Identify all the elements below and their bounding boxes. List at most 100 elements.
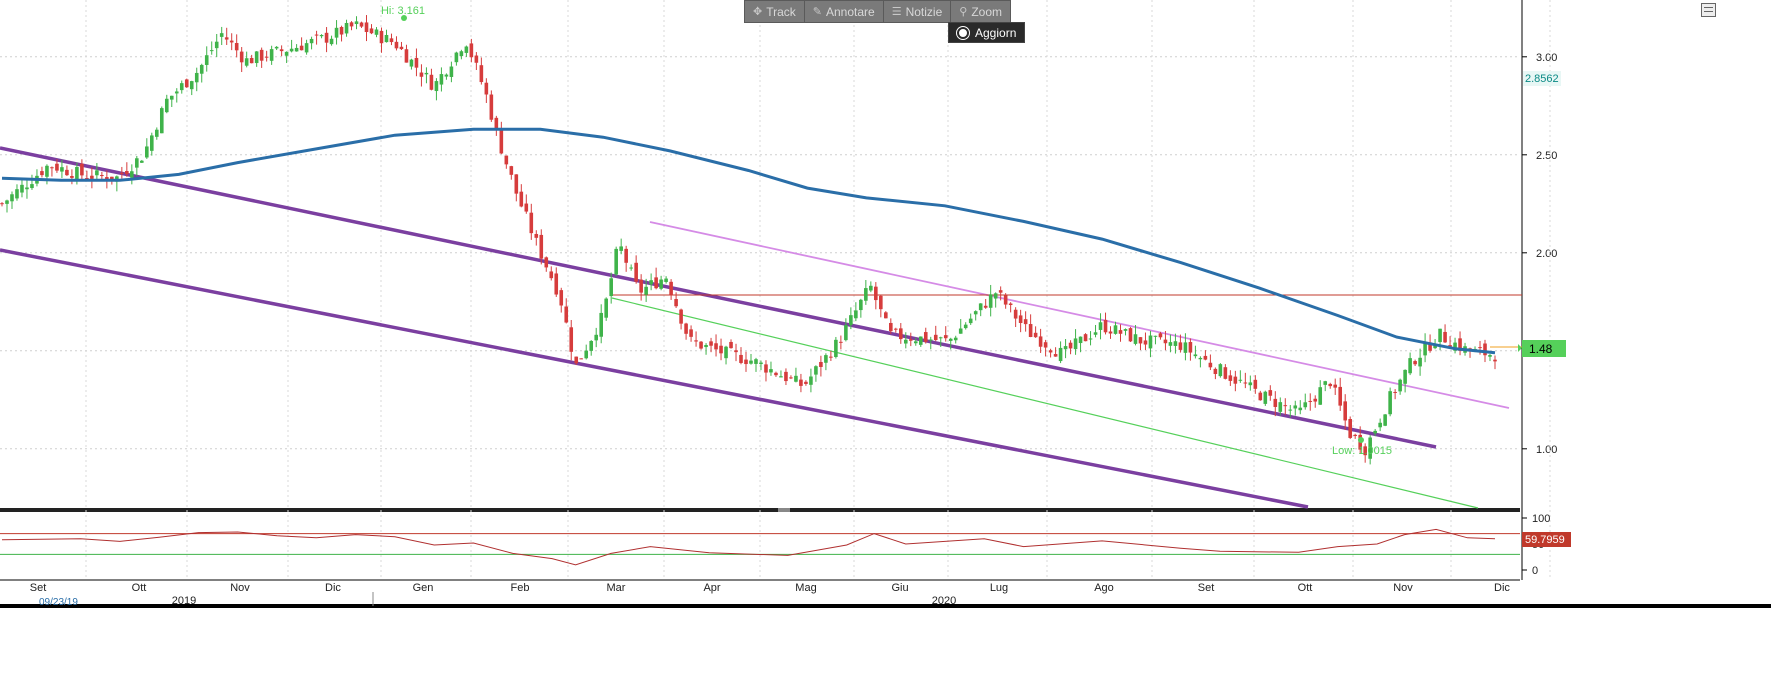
- zoom-button[interactable]: ⚲ Zoom: [951, 1, 1010, 22]
- candle-body: [1083, 334, 1088, 342]
- candle-body: [389, 38, 394, 43]
- candle-body: [1003, 295, 1008, 305]
- candle-body: [1303, 402, 1308, 408]
- candle-body: [379, 30, 384, 44]
- candle-body: [140, 160, 144, 163]
- news-button[interactable]: ☰ Notizie: [884, 1, 952, 22]
- refresh-indicator-icon: [957, 26, 969, 39]
- candle-body: [120, 172, 124, 174]
- candle-body: [1443, 331, 1447, 343]
- candle-body: [1243, 382, 1248, 384]
- candle-body: [928, 339, 933, 341]
- candle-body: [1378, 422, 1382, 428]
- month-label: Dic: [325, 582, 341, 594]
- candle-body: [130, 171, 134, 178]
- candle-body: [494, 117, 499, 129]
- candle-body: [1088, 338, 1093, 340]
- candle-body: [1143, 340, 1148, 345]
- candle-body: [584, 350, 589, 359]
- annotate-label: Annotare: [826, 4, 875, 19]
- candle-body: [993, 293, 998, 299]
- candle-body: [794, 375, 798, 382]
- candle-body: [729, 341, 733, 349]
- month-label: Giu: [891, 582, 908, 594]
- candle-body: [1338, 386, 1343, 406]
- refresh-button[interactable]: Aggiorn: [948, 22, 1026, 43]
- candle-body: [634, 262, 638, 282]
- chart-toolbar: ✥ Track ✎ Annotare ☰ Notizie ⚲ Zoom: [744, 0, 1012, 23]
- candle-body: [204, 55, 209, 65]
- candle-body: [834, 339, 838, 358]
- candle-body: [659, 279, 663, 289]
- candle-body: [534, 233, 539, 238]
- candle-body: [1228, 375, 1233, 381]
- candle-body: [184, 79, 189, 88]
- candle-body: [409, 59, 414, 67]
- candle-body: [864, 288, 868, 301]
- candle-body: [45, 165, 49, 177]
- candle-body: [903, 339, 908, 344]
- candle-body: [344, 22, 349, 34]
- candle-body: [509, 166, 514, 175]
- year-label: 2019: [172, 595, 196, 607]
- candle-body: [239, 51, 244, 63]
- candle-body: [464, 46, 469, 53]
- candle-body: [948, 338, 953, 341]
- month-label: Mar: [607, 582, 626, 594]
- candle-body: [439, 74, 444, 85]
- candle-body: [299, 45, 304, 51]
- candle-body: [1043, 342, 1048, 348]
- candle-body: [394, 41, 399, 49]
- month-label: Ago: [1094, 582, 1114, 594]
- candle-body: [284, 51, 289, 56]
- candle-body: [1313, 398, 1318, 402]
- candle-body: [569, 327, 574, 352]
- candle-body: [1193, 354, 1198, 357]
- candle-body: [1328, 383, 1333, 387]
- candle-body: [1033, 332, 1038, 338]
- last-price-tag: 2.8562: [1525, 73, 1559, 85]
- candle-body: [489, 94, 494, 120]
- candle-body: [1133, 334, 1138, 344]
- panel-options-icon[interactable]: [1701, 3, 1716, 17]
- candle-body: [0, 203, 4, 205]
- candle-body: [55, 163, 59, 171]
- candle-body: [1138, 337, 1143, 344]
- candle-body: [1258, 392, 1263, 401]
- candle-body: [1278, 402, 1283, 412]
- candle-body: [135, 158, 139, 168]
- candle-body: [963, 324, 968, 329]
- candle-body: [95, 170, 99, 176]
- candle-body: [1438, 328, 1442, 343]
- candle-body: [629, 267, 633, 269]
- candle-body: [1253, 379, 1258, 389]
- candle-body: [174, 91, 179, 94]
- candle-body: [479, 65, 484, 83]
- price-chart[interactable]: 3.002.502.001.501.00SetOttNovDicGenFebMa…: [0, 0, 1771, 691]
- candle-body: [544, 257, 549, 268]
- candle-body: [923, 332, 928, 342]
- candle-body: [1123, 329, 1128, 331]
- month-label: Apr: [703, 582, 720, 594]
- candle-body: [424, 72, 429, 75]
- annotate-button[interactable]: ✎ Annotare: [805, 1, 884, 22]
- candle-body: [759, 362, 763, 365]
- current-price-tag: 1.48: [1529, 342, 1553, 356]
- candle-body: [1383, 414, 1387, 426]
- candle-body: [604, 298, 608, 318]
- track-button[interactable]: ✥ Track: [745, 1, 805, 22]
- candle-body: [1273, 398, 1278, 407]
- candle-body: [1248, 382, 1253, 386]
- candle-body: [1058, 347, 1063, 362]
- candle-body: [1018, 315, 1023, 323]
- candle-body: [1153, 335, 1158, 337]
- candle-body: [334, 27, 339, 38]
- candle-body: [90, 175, 94, 179]
- candle-body: [384, 34, 389, 43]
- candle-body: [699, 341, 703, 349]
- low-label: Low: 1.0015: [1332, 445, 1392, 457]
- candle-body: [719, 345, 723, 354]
- candle-body: [754, 359, 758, 364]
- candle-body: [1213, 368, 1218, 375]
- candle-body: [1038, 336, 1043, 347]
